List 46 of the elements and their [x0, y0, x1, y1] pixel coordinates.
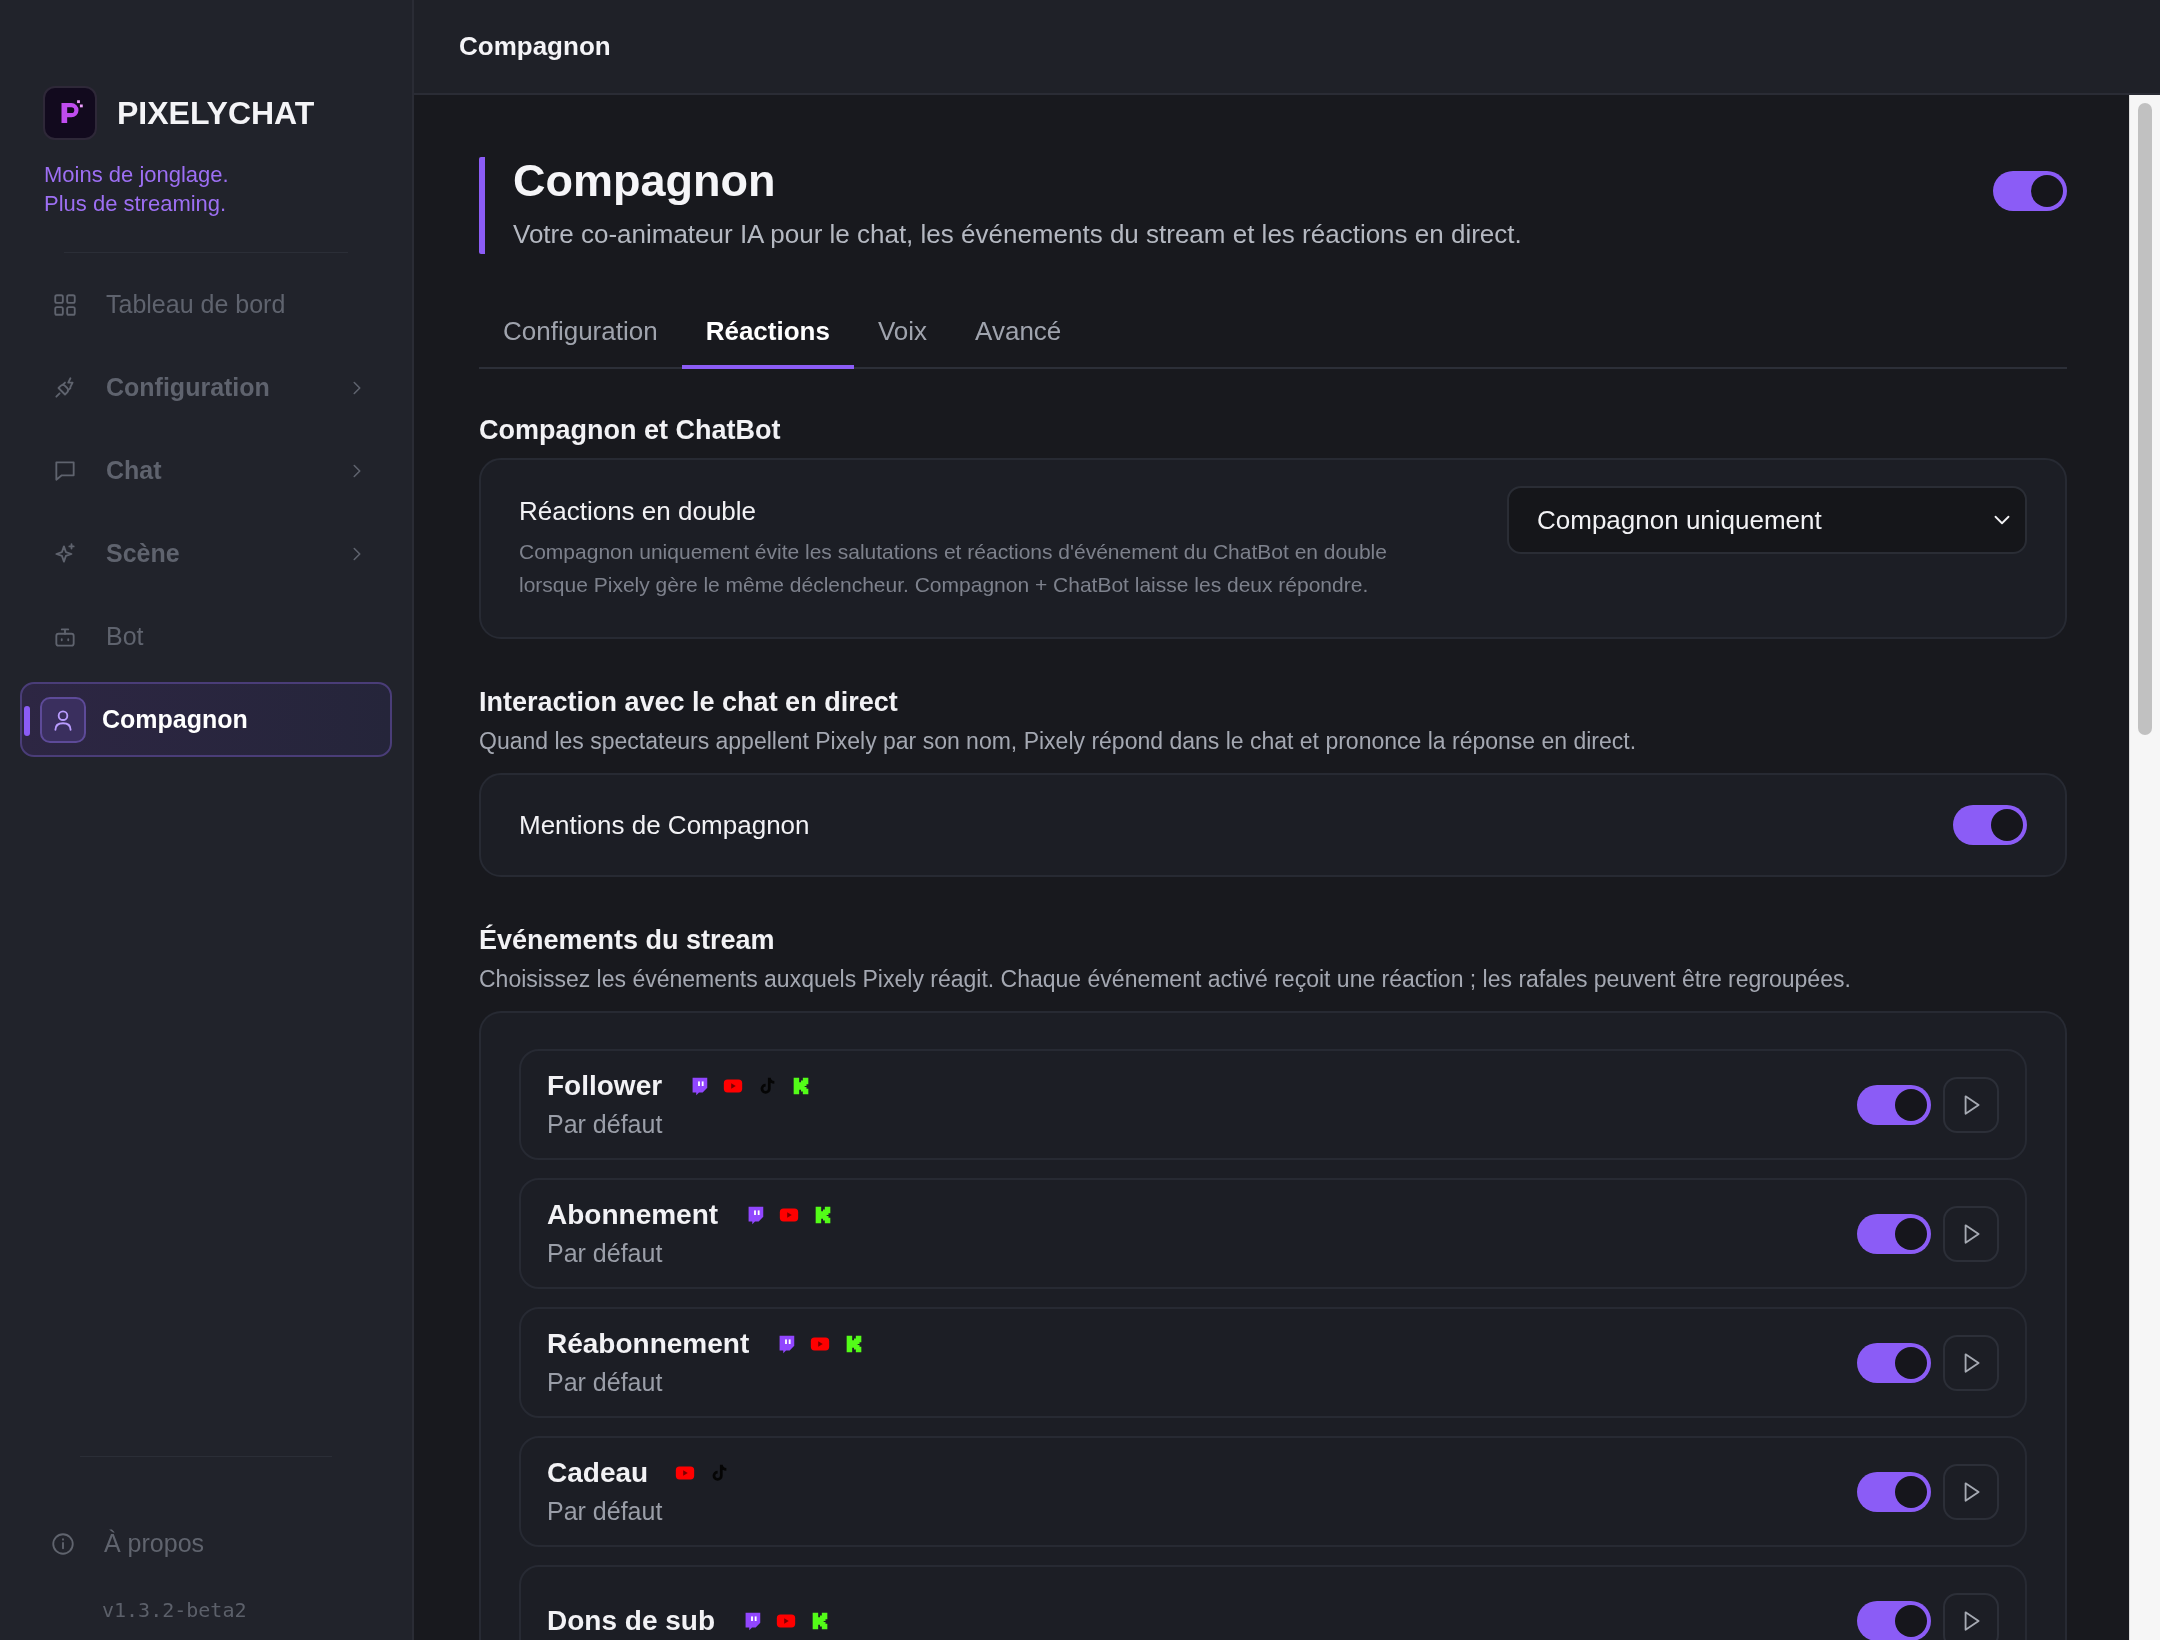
event-name: Réabonnement — [547, 1328, 750, 1360]
setting-description: Compagnon uniquement évite les salutations et réactions d'événement du ChatBot en double lorsque Pixely gère le même déclencheur. Compagnon + ChatBot laisse les deux répondre. — [519, 539, 1388, 598]
toggle-switch[interactable] — [1857, 1600, 1931, 1640]
event-preset: Par défaut — [547, 1110, 664, 1139]
play-button[interactable] — [1943, 1334, 1999, 1391]
play-button[interactable] — [1943, 1592, 1999, 1640]
setting-label: Réactions en double — [519, 496, 758, 527]
section-title: Événements du stream — [479, 925, 776, 956]
event-name: Follower — [547, 1070, 663, 1102]
play-button[interactable] — [1943, 1205, 1999, 1262]
page-subtitle: Votre co-animateur IA pour le chat, les événements du stream et les réactions en direct. — [513, 219, 1523, 251]
tab[interactable]: Réactions — [681, 316, 854, 369]
toggle-switch[interactable] — [1993, 171, 2067, 211]
dropdown[interactable]: Compagnon uniquement — [1507, 486, 2027, 554]
event-preset: Par défaut — [547, 1239, 664, 1268]
play-button[interactable] — [1943, 1076, 1999, 1133]
section-title: Compagnon et ChatBot — [479, 415, 782, 446]
play-button[interactable] — [1943, 1463, 1999, 1520]
nav-item[interactable]: Compagnon — [20, 682, 392, 757]
setting-label: Mentions de Compagnon — [519, 809, 810, 841]
section-description: Quand les spectateurs appellent Pixely par son nom, Pixely répond dans le chat et prononce la réponse en direct. — [479, 728, 1638, 755]
toggle-switch[interactable] — [1857, 1471, 1931, 1512]
toggle-switch[interactable] — [1953, 805, 2027, 845]
event-preset: Par défaut — [547, 1368, 664, 1397]
tab[interactable]: Voix — [853, 316, 952, 369]
tab[interactable]: Avancé — [951, 316, 1086, 369]
section-description: Choisissez les événements auxquels Pixely réagit. Chaque événement activé reçoit une réaction ; les rafales peuvent être regroupées. — [479, 966, 1852, 993]
event-name: Cadeau — [547, 1457, 649, 1489]
toggle-switch[interactable] — [1857, 1213, 1931, 1254]
app-logo-icon — [43, 86, 97, 140]
tab[interactable]: Configuration — [479, 316, 682, 369]
grid-icon — [52, 291, 78, 318]
scrollbar[interactable] — [2129, 95, 2160, 1640]
event-name: Dons de sub — [547, 1604, 715, 1637]
app-name: PIXELYCHAT — [117, 94, 315, 132]
active-indicator — [24, 706, 30, 736]
toggle-switch[interactable] — [1857, 1342, 1931, 1383]
page-heading: Compagnon — [513, 155, 777, 207]
version-label: v1.3.2-beta2 — [102, 1598, 248, 1622]
event-preset: Par défaut — [547, 1497, 664, 1526]
toggle-switch[interactable] — [1857, 1084, 1931, 1125]
page-title: Compagnon — [459, 31, 611, 62]
tagline: Moins de jonglage. Plus de streaming. — [44, 161, 230, 218]
section-title: Interaction avec le chat en direct — [479, 687, 899, 718]
event-name: Abonnement — [547, 1199, 719, 1231]
info-icon — [50, 1530, 76, 1557]
